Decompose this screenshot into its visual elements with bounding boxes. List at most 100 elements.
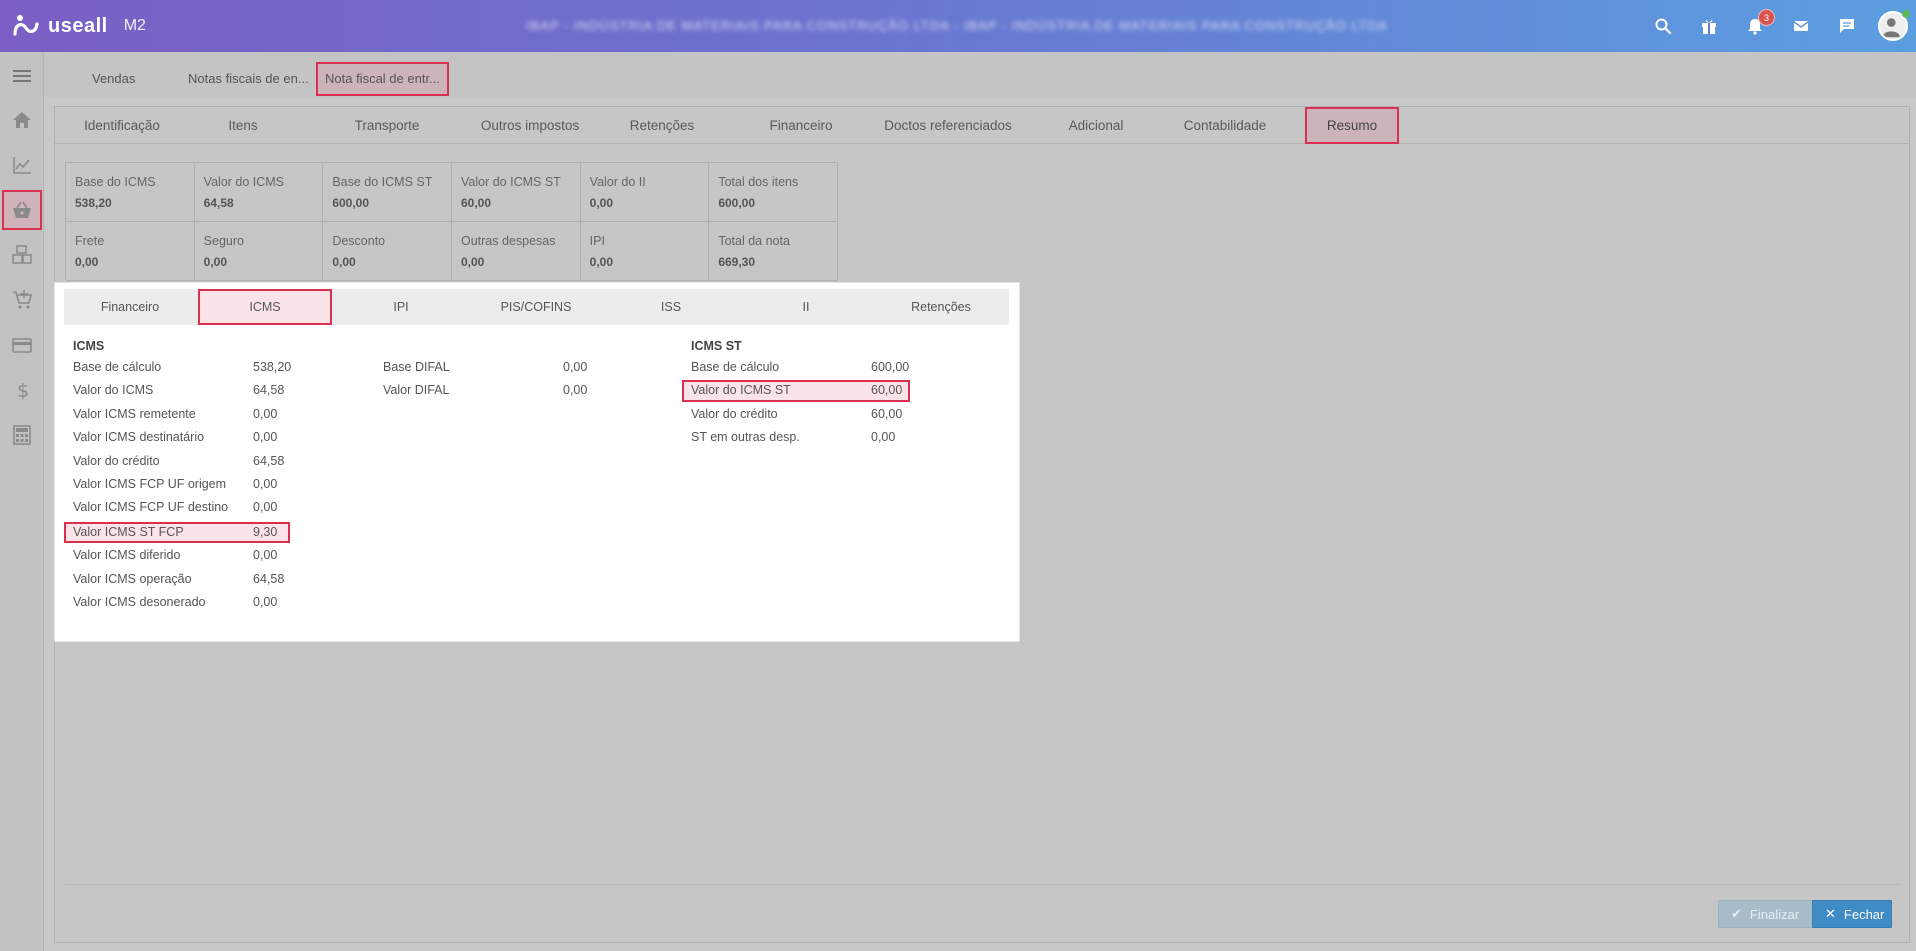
summary-label: Valor do II [589, 175, 646, 189]
icms-row-highlighted: Valor ICMS ST FCP 9,30 [64, 522, 290, 543]
row-label: Base DIFAL [383, 360, 450, 374]
row-value: 64,58 [253, 383, 285, 397]
icms-row: Valor do ICMS 64,58 [73, 380, 293, 400]
difal-row: Base DIFAL 0,00 [383, 357, 603, 377]
gift-icon [1702, 20, 1716, 34]
summary-value: 538,20 [75, 196, 112, 210]
tab-outros-impostos[interactable]: Outros impostos [467, 107, 593, 144]
page-tab-vendas[interactable]: Vendas [92, 62, 135, 96]
user-silhouette-icon [1882, 18, 1900, 38]
tab-itens[interactable]: Itens [203, 107, 283, 144]
row-value: 0,00 [253, 548, 278, 562]
difal-row: Valor DIFAL 0,00 [383, 380, 603, 400]
summary-label: Total da nota [718, 234, 790, 248]
page-tabs: Vendas Notas fiscais de en... Nota fisca… [44, 52, 1916, 97]
icms-row: Valor ICMS remetente 0,00 [73, 404, 293, 424]
row-label: Valor ICMS desonerado [73, 595, 206, 609]
sidebar-item-home[interactable] [0, 100, 44, 140]
row-value: 64,58 [253, 454, 285, 468]
icms-st-row-highlighted: Valor do ICMS ST 60,00 [682, 380, 910, 402]
tab-transporte[interactable]: Transporte [339, 107, 435, 144]
icms-st-row: Base de cálculo 600,00 [691, 357, 911, 377]
sidebar-item-purchases[interactable] [2, 190, 42, 230]
summary-value: 64,58 [203, 196, 234, 210]
search-icon [1655, 18, 1672, 35]
page-tab-nota-fiscal-entrada[interactable]: Nota fiscal de entr... [316, 62, 449, 96]
row-label: Valor ICMS diferido [73, 548, 181, 562]
summary-cell: Base do ICMS ST 600,00 [323, 163, 452, 222]
icms-row: Valor ICMS destinatário 0,00 [73, 427, 293, 447]
summary-label: Base do ICMS [75, 175, 156, 189]
close-icon: ✕ [1825, 906, 1836, 921]
dollar-icon: $ [17, 380, 29, 401]
summary-value: 600,00 [718, 196, 756, 210]
user-menu[interactable] [1870, 0, 1916, 52]
row-label: Valor do crédito [73, 454, 160, 468]
summary-cell: Valor do ICMS ST 60,00 [452, 163, 581, 222]
row-value: 600,00 [871, 360, 910, 374]
row-value: 0,00 [563, 360, 588, 374]
online-indicator [1902, 10, 1910, 18]
search-button[interactable] [1640, 0, 1686, 52]
sidebar-item-accounting[interactable] [0, 415, 44, 455]
mail-button[interactable] [1778, 0, 1824, 52]
popup-tab-iss[interactable]: ISS [604, 289, 738, 325]
summary-cell: Valor do II 0,00 [580, 163, 710, 222]
summary-value: 0,00 [461, 255, 485, 269]
tab-adicional[interactable]: Adicional [1051, 107, 1141, 144]
page-tab-notas-fiscais[interactable]: Notas fiscais de en... [188, 62, 309, 96]
tab-doctos-referenciados[interactable]: Doctos referenciados [873, 107, 1023, 144]
row-value: 0,00 [253, 595, 278, 609]
calculator-icon [13, 425, 31, 445]
popup-tab-icms[interactable]: ICMS [198, 289, 332, 325]
notifications-button[interactable]: 3 [1732, 0, 1778, 52]
basket-icon [13, 201, 31, 218]
summary-label: Desconto [332, 234, 386, 248]
row-label: Valor do ICMS [73, 383, 154, 397]
chat-icon [1840, 19, 1854, 33]
popup-tab-retencoes[interactable]: Retenções [874, 289, 1008, 325]
summary-value: 0,00 [75, 255, 99, 269]
sidebar-item-payments[interactable] [0, 325, 44, 365]
svg-text:$: $ [17, 380, 29, 401]
app-logo[interactable]: useall M2 [12, 12, 146, 40]
summary-cell: Frete 0,00 [66, 222, 195, 281]
popup-tab-ipi[interactable]: IPI [334, 289, 468, 325]
sidebar-menu-toggle[interactable] [0, 56, 44, 96]
tab-financeiro[interactable]: Financeiro [755, 107, 847, 144]
icms-row: Valor ICMS diferido 0,00 [73, 545, 293, 565]
row-label: Valor do ICMS ST [691, 383, 791, 397]
summary-value: 0,00 [332, 255, 356, 269]
tab-identificacao[interactable]: Identificação [65, 107, 179, 144]
icms-st-row: ST em outras desp. 0,00 [691, 427, 911, 447]
fechar-button[interactable]: ✕ Fechar [1812, 900, 1892, 928]
row-value: 64,58 [253, 572, 285, 586]
tab-contabilidade[interactable]: Contabilidade [1171, 107, 1279, 144]
summary-value: 0,00 [203, 255, 228, 269]
popup-tab-ii[interactable]: II [739, 289, 873, 325]
header-actions: 3 [1640, 0, 1916, 52]
sidebar-item-orders[interactable] [0, 280, 44, 320]
row-label: Base de cálculo [73, 360, 162, 374]
summary-value: 600,00 [332, 196, 370, 210]
tab-resumo[interactable]: Resumo [1305, 107, 1399, 144]
tab-retencoes[interactable]: Retenções [615, 107, 709, 144]
popup-tab-pis-cofins[interactable]: PIS/COFINS [469, 289, 603, 325]
sidebar-item-finance[interactable]: $ [0, 370, 44, 410]
sidebar-item-inventory[interactable] [0, 235, 44, 275]
chat-button[interactable] [1824, 0, 1870, 52]
summary-cell: Valor do ICMS 64,58 [194, 163, 324, 222]
gift-button[interactable] [1686, 0, 1732, 52]
summary-label: Outras despesas [461, 234, 556, 248]
icms-row: Valor ICMS operação 64,58 [73, 569, 293, 589]
mail-icon [1793, 21, 1809, 31]
sidebar-item-dashboard[interactable] [0, 145, 44, 185]
popup-tab-financeiro[interactable]: Financeiro [64, 289, 196, 325]
row-label: Valor ICMS operação [73, 572, 192, 586]
row-value: 0,00 [253, 430, 278, 444]
icms-st-row: Valor do crédito 60,00 [691, 404, 911, 424]
row-label: Valor ICMS ST FCP [73, 525, 184, 539]
summary-value: 0,00 [589, 255, 614, 269]
summary-cell: Base do ICMS 538,20 [66, 163, 195, 222]
company-name: IBAP - INDÚSTRIA DE MATERIAIS PARA CONST… [526, 18, 1388, 33]
